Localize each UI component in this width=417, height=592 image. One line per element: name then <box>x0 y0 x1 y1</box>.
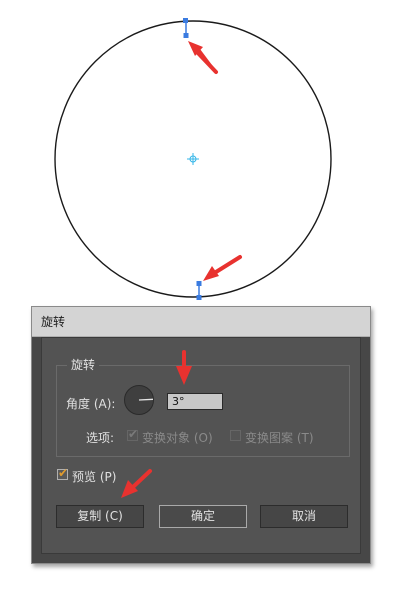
cancel-button[interactable]: 取消 <box>260 505 348 528</box>
center-point-marker <box>187 153 199 165</box>
preview-checkbox[interactable]: ✔ <box>57 466 69 480</box>
transform-objects-checkbox[interactable]: ✔ <box>127 427 139 441</box>
dialog-body: 旋转 角度 (A): 3° 选项: ✔ 变换对象 (O) 变换图案 (T) ✔ … <box>41 337 361 554</box>
transform-patterns-label: 变换图案 (T) <box>245 431 314 445</box>
checkmark-icon: ✔ <box>58 466 69 480</box>
arrow-annotation-top <box>188 41 218 74</box>
artboard-canvas[interactable] <box>0 0 417 310</box>
preview-label: 预览 (P) <box>72 470 117 484</box>
rotate-dialog: 旋转 旋转 角度 (A): 3° 选项: ✔ 变换对象 (O) 变换图案 (T)… <box>31 306 371 564</box>
angle-dial[interactable] <box>124 385 154 415</box>
options-label: 选项: <box>86 431 115 445</box>
copy-button[interactable]: 复制 (C) <box>56 505 144 528</box>
bottom-anchor-handle-point[interactable] <box>196 281 202 286</box>
arrow-annotation-bottom <box>203 255 242 281</box>
angle-dial-needle-icon <box>138 398 154 401</box>
dialog-titlebar[interactable]: 旋转 <box>32 307 370 337</box>
top-anchor-handle-point[interactable] <box>183 33 189 38</box>
transform-patterns-checkbox[interactable] <box>230 430 241 441</box>
angle-input[interactable]: 3° <box>167 393 223 410</box>
angle-label: 角度 (A): <box>66 397 116 411</box>
dialog-title: 旋转 <box>41 315 66 329</box>
group-title: 旋转 <box>67 356 100 373</box>
transform-objects-label: 变换对象 (O) <box>142 431 213 445</box>
bottom-anchor-point[interactable] <box>196 295 202 300</box>
ok-button[interactable]: 确定 <box>159 505 247 528</box>
top-anchor-point[interactable] <box>183 18 188 23</box>
checkmark-icon: ✔ <box>128 427 139 441</box>
